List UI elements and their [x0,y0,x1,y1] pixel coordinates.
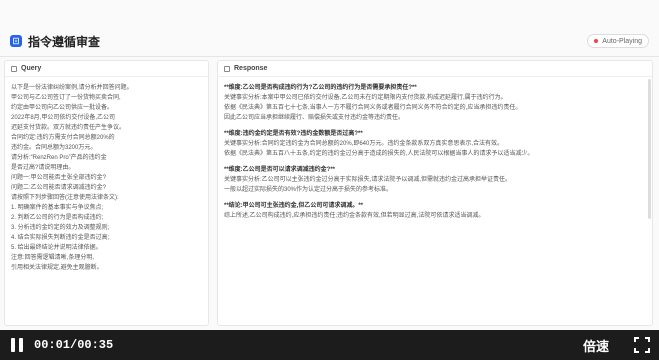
response-section-heading: **维度:违约金约定是否有效?违约金数额是否过高?** [224,131,363,137]
response-section: **维度:乙公司是否可以请求调减违约金?** 关键事实分析:乙公司可以主张违约金过… [224,165,646,195]
response-icon [224,65,230,72]
query-text: 以下是一份法律纠纷案例,请分析并回答问题。 甲公司与乙公司签订了一份货物买卖合同,… [5,77,208,279]
query-line: 以下是一份法律纠纷案例,请分析并回答问题。 [11,85,133,91]
query-line: 问题二:乙公司能否请求调减违约金? [11,185,107,191]
response-panel-header: Response [218,61,652,77]
query-line: 迟延支付货款。双方就违约责任产生争议。 [11,125,126,131]
speed-button[interactable]: 倍速 [583,336,609,355]
response-section-heading: **结论:甲公司可主张违约金,但乙公司可请求调减。** [224,203,364,209]
query-line: 问题一:甲公司能否主张全部违约金? [11,175,107,181]
response-line: 关键事实分析:本案中甲公司已依约交付设备,乙公司未在约定期限内支付货款,构成迟延… [224,95,507,101]
query-line: 违约金。合同总额为3200万元。 [11,145,97,151]
app-header: 指令遵循审查 Auto-Playing [0,30,659,52]
query-line: 请按照下列步骤回答(注意使用法律条文): [11,195,119,201]
response-line: 因此乙公司应当承担继续履行、赔偿损失或支付违约金等违约责任。 [224,115,405,121]
query-line: 5. 给出最终结论并说明法律依据。 [11,245,102,251]
fullscreen-icon[interactable] [633,336,651,354]
video-controls: 00:01/00:35 倍速 [0,330,659,360]
query-panel-header: Query [5,61,208,77]
recording-dot-icon [594,39,599,43]
query-line: 1. 明确案件的基本事实与争议焦点; [11,205,104,211]
query-line: 请分析:“RenzRen Pro”产品的违约金 [11,155,107,161]
query-panel: Query 以下是一份法律纠纷案例,请分析并回答问题。 甲公司与乙公司签订了一份货… [4,60,209,326]
response-scrollbar[interactable] [648,79,651,219]
page-title: 指令遵循审查 [28,34,101,49]
query-line: 4. 结合实际损失判断违约金是否过高; [11,235,110,241]
response-line: 一般以超过实际损失的30%作为认定过分高于损失的参考标准。 [224,187,393,193]
query-line: 3. 分析违约金约定的效力及调整规则; [11,225,110,231]
query-line: 甲公司与乙公司签订了一份货物买卖合同, [11,95,121,101]
response-section-heading: **维度:乙公司是否构成违约行为?乙公司的违约行为是否需要承担责任?** [224,85,417,91]
query-line: 注意:回答需逻辑清晰,条理分明, [11,255,95,261]
query-line: 是否过高?请说明理由。 [11,165,75,171]
response-line: 关键事实分析:合同约定违约金为合同总额的20%,即640万元。违约金条款系双方真… [224,141,504,147]
document-icon [10,35,22,47]
query-line: 约定由甲公司向乙公司供应一批设备。 [11,105,114,111]
response-section-heading: **维度:乙公司是否可以请求调减违约金?** [224,167,336,173]
response-line: 依据《民法典》第五百八十五条,约定的违约金过分高于造成的损失的,人民法院可以根据… [224,151,534,157]
autoplay-label: Auto-Playing [602,37,642,45]
response-label: Response [234,65,268,72]
response-line: 依据《民法典》第五百七十七条,当事人一方不履行合同义务或者履行合同义务不符合约定… [224,105,522,111]
query-icon [11,65,17,72]
response-section: **结论:甲公司可主张违约金,但乙公司可请求调减。** 综上所述,乙公司构成违约,… [224,201,646,221]
query-line: 引用相关法律规定,避免主观臆断。 [11,265,103,271]
autoplay-badge[interactable]: Auto-Playing [587,34,649,48]
response-section: **维度:违约金约定是否有效?违约金数额是否过高?** 关键事实分析:合同约定违约… [224,129,646,159]
response-line: 关键事实分析:乙公司可以主张违约金过分高于实际损失,请求法院予以调减,但需就违约… [224,177,512,183]
pause-icon[interactable] [8,336,26,354]
query-line: 合同约定:违约方需支付合同总额20%的 [11,135,115,141]
query-line: 2022年8月,甲公司依约交付设备,乙公司 [11,115,116,121]
response-panel: Response **维度:乙公司是否构成违约行为?乙公司的违约行为是否需要承担… [217,60,653,326]
header-divider [0,56,659,57]
query-line: 2. 判断乙公司的行为是否构成违约; [11,215,104,221]
response-text: **维度:乙公司是否构成违约行为?乙公司的违约行为是否需要承担责任?** 关键事实… [218,77,652,233]
query-label: Query [21,65,42,72]
playback-time: 00:01/00:35 [34,338,114,352]
response-section: **维度:乙公司是否构成违约行为?乙公司的违约行为是否需要承担责任?** 关键事实… [224,83,646,123]
response-line: 综上所述,乙公司构成违约,应承担违约责任;违约金条款有效,但若明显过高,法院可依… [224,213,485,219]
